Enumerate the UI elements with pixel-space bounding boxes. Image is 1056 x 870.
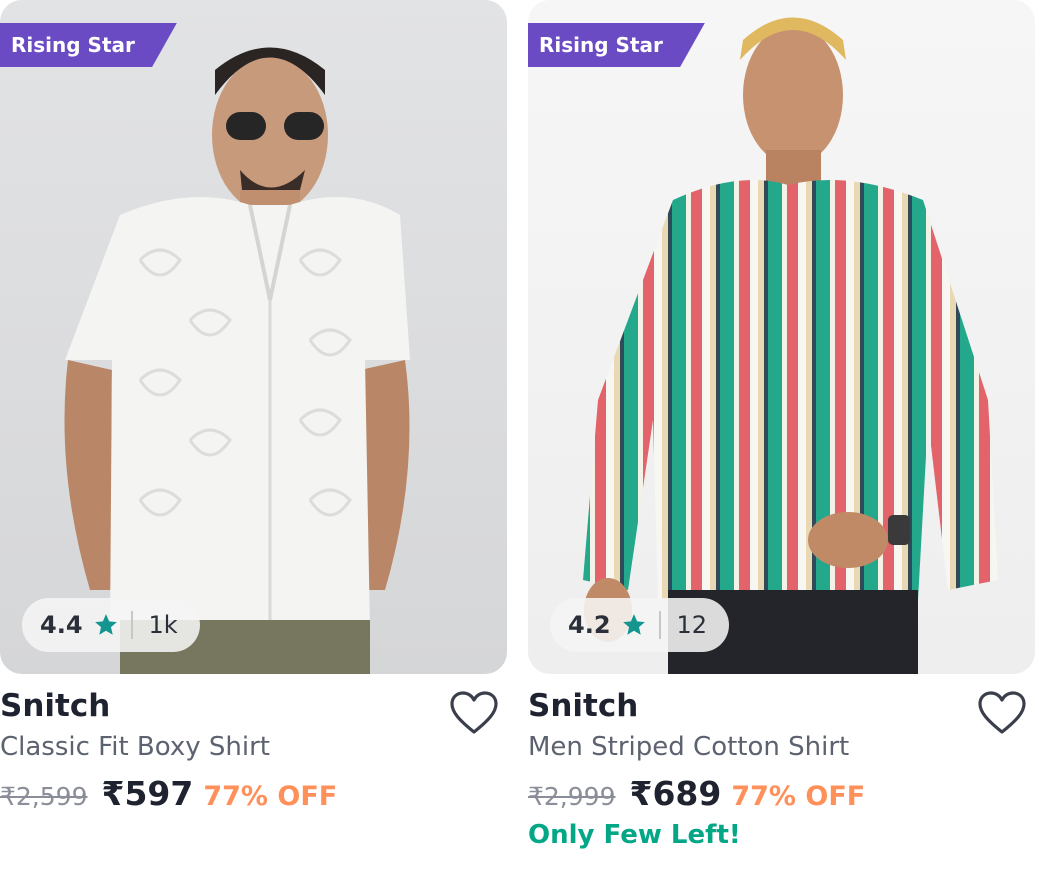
- rating-value: 4.2: [568, 611, 611, 639]
- rating-pill: 4.4 1k: [22, 598, 200, 652]
- wishlist-heart-icon[interactable]: [977, 690, 1027, 736]
- star-icon: [94, 614, 117, 635]
- rising-star-badge: Rising Star: [0, 23, 177, 67]
- rating-value: 4.4: [40, 611, 83, 639]
- discount-label: 77% OFF: [731, 781, 866, 812]
- rating-separator: [130, 611, 133, 639]
- product-brand[interactable]: Snitch: [0, 688, 110, 724]
- stock-alert: Only Few Left!: [528, 820, 741, 850]
- product-image-2[interactable]: Rising Star 4.2 12: [528, 0, 1035, 674]
- product-photo-2: [583, 17, 998, 674]
- product-title[interactable]: Classic Fit Boxy Shirt: [0, 732, 270, 762]
- product-grid: Rising Star 4.4 1k Snitch Classic Fit Bo…: [0, 0, 1056, 870]
- rating-separator: [658, 611, 661, 639]
- selling-price: ₹689: [629, 774, 722, 813]
- product-card-2[interactable]: Rising Star 4.2 12 Snitch Men Striped Co…: [528, 0, 1035, 870]
- rating-pill: 4.2 12: [550, 598, 730, 652]
- original-price: ₹2,999: [528, 782, 616, 811]
- price-row: ₹2,999 ₹689 77% OFF: [528, 774, 865, 813]
- rising-star-badge: Rising Star: [528, 23, 705, 67]
- original-price: ₹2,599: [0, 782, 88, 811]
- rating-count: 12: [676, 611, 708, 639]
- product-image-1[interactable]: Rising Star 4.4 1k: [0, 0, 507, 674]
- star-icon: [622, 614, 645, 635]
- product-title[interactable]: Men Striped Cotton Shirt: [528, 732, 849, 762]
- discount-label: 77% OFF: [203, 781, 338, 812]
- product-brand[interactable]: Snitch: [528, 688, 638, 724]
- product-photo-1: [64, 47, 410, 674]
- product-card-1[interactable]: Rising Star 4.4 1k Snitch Classic Fit Bo…: [0, 0, 507, 870]
- selling-price: ₹597: [101, 774, 194, 813]
- wishlist-heart-icon[interactable]: [449, 690, 499, 736]
- price-row: ₹2,599 ₹597 77% OFF: [0, 774, 337, 813]
- rating-count: 1k: [148, 611, 178, 639]
